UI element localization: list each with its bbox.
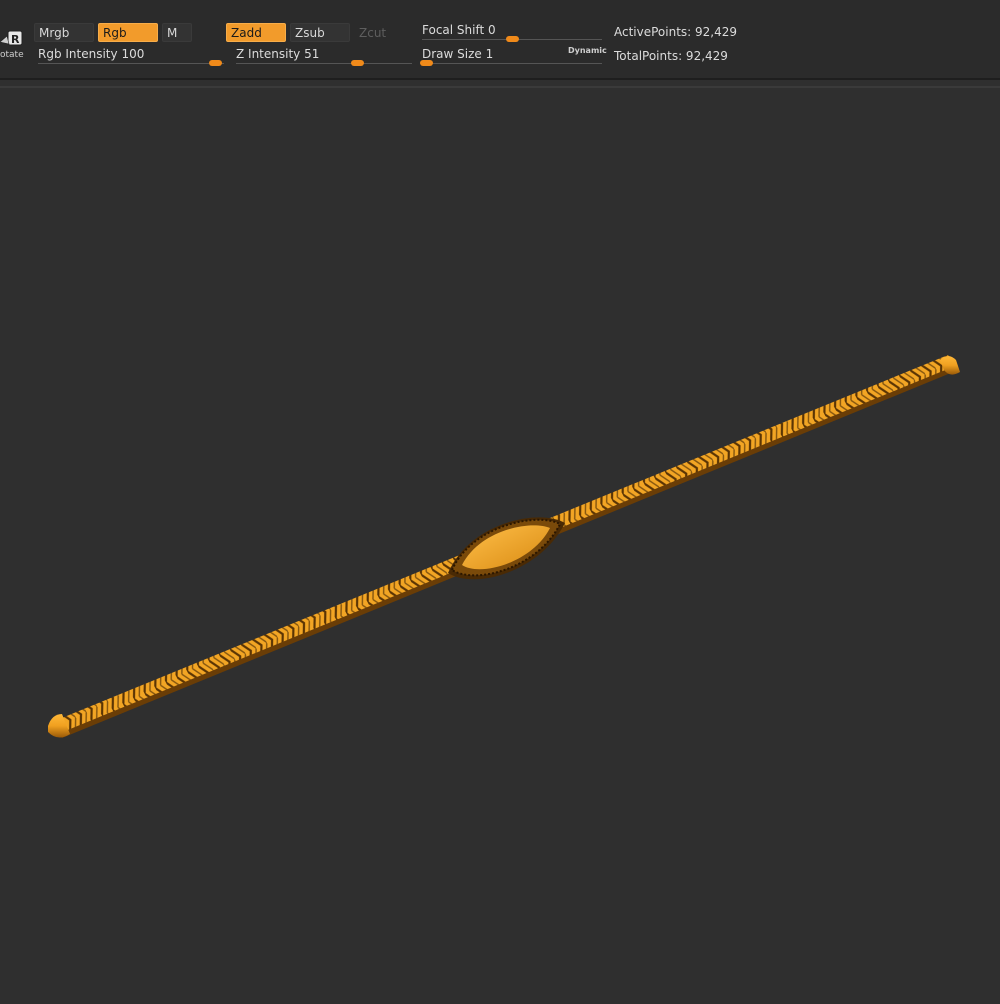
z-intensity-slider[interactable]: Z Intensity 51 (236, 47, 412, 66)
z-intensity-label-group: Z Intensity 51 (236, 47, 319, 61)
draw-size-value: 1 (485, 47, 494, 61)
zsub-button[interactable]: Zsub (290, 23, 350, 42)
z-intensity-track (236, 63, 412, 64)
rotate-icon: R (0, 30, 23, 46)
z-intensity-label: Z Intensity (236, 47, 301, 61)
draw-size-track (422, 63, 602, 64)
draw-size-label: Draw Size (422, 47, 482, 61)
rotate-tool[interactable]: R otate (0, 30, 26, 60)
rgb-button[interactable]: Rgb (98, 23, 158, 42)
rgb-intensity-label: Rgb Intensity (38, 47, 118, 61)
svg-text:R: R (11, 33, 20, 46)
draw-size-label-group: Draw Size 1 (422, 47, 493, 61)
focal-shift-label: Focal Shift (422, 23, 485, 37)
total-points-readout: TotalPoints: 92,429 (614, 49, 728, 63)
rgb-intensity-label-group: Rgb Intensity 100 (38, 47, 144, 61)
rgb-intensity-handle[interactable] (209, 60, 222, 66)
z-intensity-value: 51 (304, 47, 320, 61)
canvas-viewport[interactable] (0, 88, 1000, 1000)
focal-shift-label-group: Focal Shift 0 (422, 23, 496, 37)
focal-shift-slider[interactable]: Focal Shift 0 (422, 23, 602, 42)
z-intensity-handle[interactable] (351, 60, 364, 66)
zadd-button[interactable]: Zadd (226, 23, 286, 42)
focal-shift-handle[interactable] (506, 36, 519, 42)
rgb-intensity-slider[interactable]: Rgb Intensity 100 (38, 47, 224, 66)
draw-size-handle[interactable] (420, 60, 433, 66)
mrgb-button[interactable]: Mrgb (34, 23, 94, 42)
dynamic-toggle[interactable]: Dynamic (568, 46, 607, 55)
rgb-intensity-value: 100 (121, 47, 145, 61)
active-points-readout: ActivePoints: 92,429 (614, 25, 738, 39)
zcut-button[interactable]: Zcut (354, 23, 394, 42)
rotate-label: otate (0, 50, 24, 60)
m-button[interactable]: M (162, 23, 192, 42)
rgb-intensity-track (38, 63, 224, 64)
bracelet-model (48, 355, 960, 738)
center-plate (448, 517, 565, 580)
top-toolbar: R otate Mrgb Rgb M Zadd Zsub Zcut Rgb In… (0, 0, 1000, 80)
focal-shift-value: 0 (488, 23, 496, 37)
